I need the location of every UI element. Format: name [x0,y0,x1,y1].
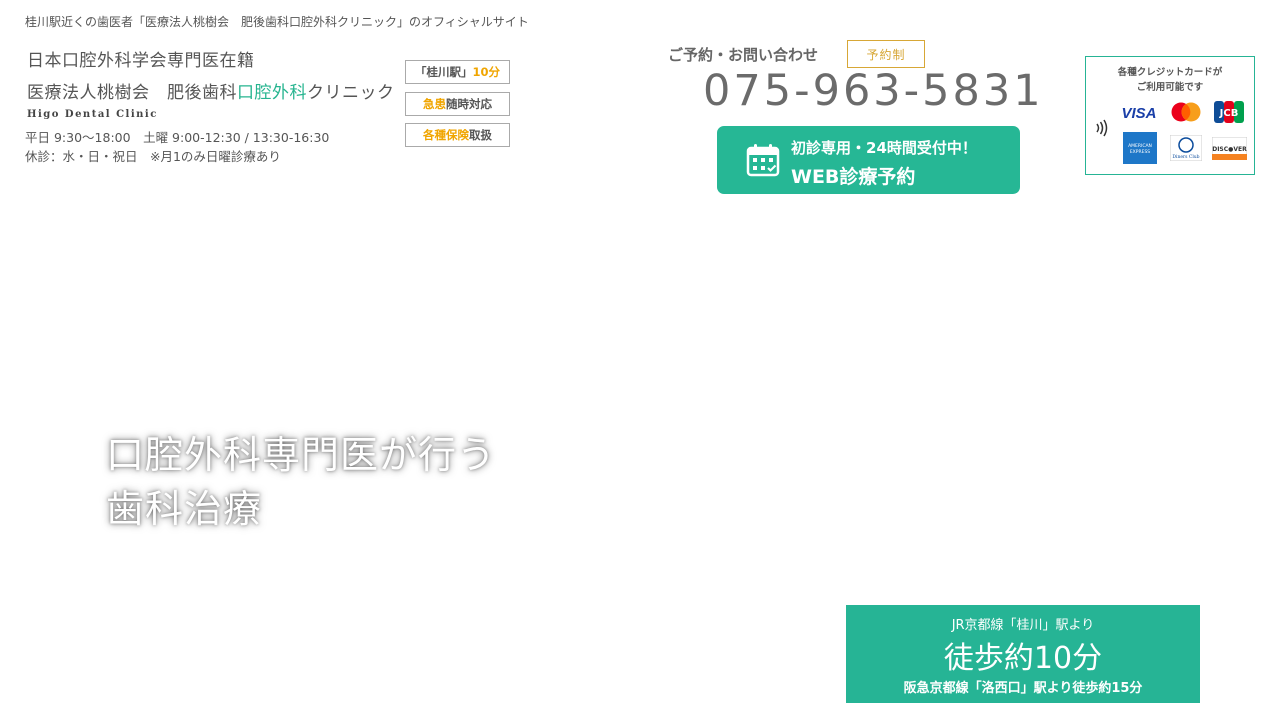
web-reservation-button[interactable]: 初診専用・24時間受付中！ WEB診療予約 [717,126,1020,194]
badge-insurance: 各種保険 取扱 [405,123,510,147]
contact-label: ご予約・お問い合わせ [668,46,819,64]
logo-name-highlight: 口腔外科 [237,83,307,103]
svg-text:EXPRESS: EXPRESS [1130,149,1150,155]
access-hankyu-line: 阪急京都線「洛西口」駅より徒歩約15分 [903,681,1143,696]
hours-line-2: 休診：水・日・祝日 ※月1のみ日曜診療あり [25,149,281,164]
logo-name-suffix: クリニック [307,83,395,103]
logo-english-name: Higo Dental Clinic [27,109,158,120]
badge-station-distance: 「桂川駅」 10分 [405,60,510,84]
svg-text:JCB: JCB [1219,108,1239,119]
badge-station-minutes: 10分 [472,65,500,79]
calendar-icon [746,144,780,177]
clinic-hours: 平日 9:30〜18:00 土曜 9:00-12:30 / 13:30-16:3… [25,128,329,166]
web-reservation-title: WEB診療予約 [791,166,916,188]
credit-title-line-1: 各種クレジットカードが [1117,67,1223,78]
jcb-logo: JCB [1214,101,1244,123]
reservation-required-button[interactable]: 予約制 [847,40,925,68]
badge-emergency: 急患 随時対応 [405,92,510,116]
hero-line-1: 口腔外科専門医が行う [106,433,497,477]
diners-club-logo: Diners Club [1170,135,1202,161]
credit-title-line-2: ご利用可能です [1136,82,1204,93]
access-jr-line: JR京都線「桂川」駅より [951,618,1095,633]
discover-logo: DISC●VER [1212,137,1247,160]
svg-text:Diners Club: Diners Club [1172,154,1199,160]
access-info-box[interactable]: JR京都線「桂川」駅より 徒歩約10分 阪急京都線「洛西口」駅より徒歩約15分 [846,605,1200,703]
logo-subtitle: 日本口腔外科学会専門医在籍 [27,51,255,71]
svg-text:AMERICAN: AMERICAN [1128,143,1152,149]
access-walk-time: 徒歩約10分 [943,641,1103,676]
mastercard-logo [1171,102,1201,122]
badge-emergency-text: 随時対応 [446,97,492,111]
contactless-icon [1096,119,1108,137]
logo-clinic-name: 医療法人桃樹会 肥後歯科口腔外科クリニック [27,78,395,103]
badge-emergency-label: 急患 [423,97,446,111]
amex-logo: AMERICAN EXPRESS [1123,132,1157,164]
site-tagline: 桂川駅近くの歯医者「医療法人桃樹会 肥後歯科口腔外科クリニック」のオフィシャルサ… [25,15,529,29]
hero-line-2: 歯科治療 [106,487,263,531]
hero-heading: 口腔外科専門医が行う 歯科治療 [106,428,496,536]
badge-station-label: 「桂川駅」 [414,65,473,79]
logo-name-prefix: 医療法人桃樹会 肥後歯科 [27,83,237,103]
badge-insurance-text: 取扱 [469,128,492,142]
credit-card-box: 各種クレジットカードが ご利用可能です VISA JCB AMERICAN EX… [1085,56,1255,175]
svg-text:DISC●VER: DISC●VER [1212,146,1247,153]
visa-logo: VISA [1121,104,1157,122]
web-reservation-subtitle: 初診専用・24時間受付中！ [791,139,977,157]
phone-number[interactable]: 075-963-5831 [703,66,1044,116]
credit-card-title: 各種クレジットカードが ご利用可能です [1086,65,1254,95]
hours-line-1: 平日 9:30〜18:00 土曜 9:00-12:30 / 13:30-16:3… [25,130,330,145]
badge-insurance-label: 各種保険 [423,128,469,142]
clinic-logo[interactable]: 日本口腔外科学会専門医在籍 医療法人桃樹会 肥後歯科口腔外科クリニック Higo… [27,46,395,120]
